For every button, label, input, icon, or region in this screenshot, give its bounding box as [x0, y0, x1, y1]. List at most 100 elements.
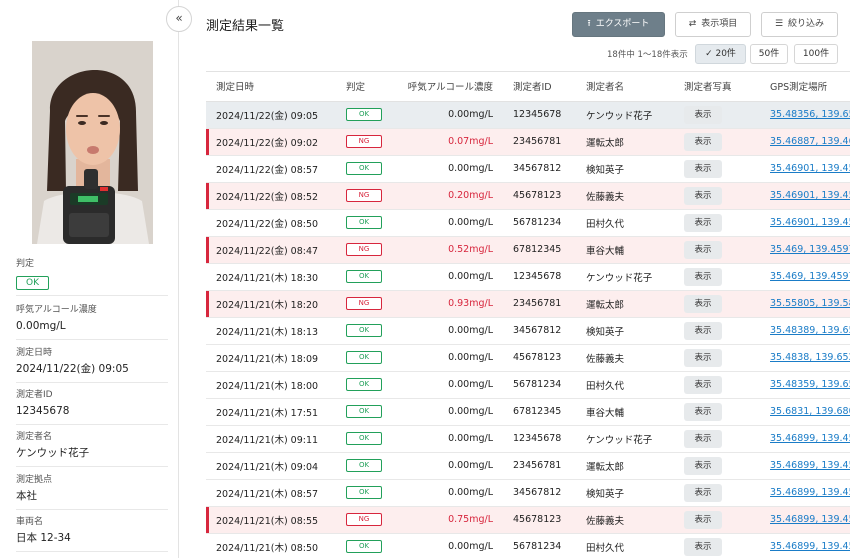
- table-row[interactable]: 2024/11/21(木) 18:13 OK 0.00mg/L 34567812 検知英…: [206, 317, 850, 345]
- gps-link[interactable]: 35.46899, 139.45: [770, 433, 850, 444]
- table-row[interactable]: 2024/11/21(木) 18:00 OK 0.00mg/L 56781234 田村久…: [206, 371, 850, 399]
- table-row[interactable]: 2024/11/21(木) 09:11 OK 0.00mg/L 12345678 ケンウ…: [206, 425, 850, 453]
- gps-link[interactable]: 35.55805, 139.58: [770, 298, 850, 309]
- column-header-measurer-name[interactable]: 測定者名: [576, 72, 674, 102]
- table-row[interactable]: 2024/11/21(木) 17:51 OK 0.00mg/L 67812345 車谷大…: [206, 398, 850, 426]
- gps-link[interactable]: 35.46901, 139.45: [770, 163, 850, 174]
- show-photo-button[interactable]: 表示: [684, 132, 722, 151]
- page-size-20-button[interactable]: ✓ 20件: [695, 44, 746, 64]
- cell-gps: 35.46899, 139.45: [760, 506, 850, 534]
- gps-link[interactable]: 35.46887, 139.46: [770, 136, 850, 147]
- column-header-photo[interactable]: 測定者写真: [674, 72, 760, 102]
- show-photo-button[interactable]: 表示: [684, 510, 722, 529]
- collapse-panel-button[interactable]: «: [166, 6, 192, 32]
- cell-concentration: 0.00mg/L: [391, 263, 503, 291]
- detail-concentration-label: 呼気アルコール濃度: [16, 305, 97, 315]
- cell-measurer-name: 車谷大輔: [576, 398, 674, 426]
- detail-vehicle-label: 車両名: [16, 517, 44, 527]
- table-row[interactable]: 2024/11/22(金) 09:02 NG 0.07mg/L 23456781 運転太…: [206, 128, 850, 156]
- gps-link[interactable]: 35.46899, 139.45: [770, 541, 850, 552]
- cell-concentration: 0.52mg/L: [391, 236, 503, 264]
- show-photo-button[interactable]: 表示: [684, 186, 722, 205]
- cell-judgment: OK: [336, 344, 391, 372]
- export-button[interactable]: ⭱ エクスポート: [572, 12, 665, 37]
- table-row[interactable]: 2024/11/21(木) 08:57 OK 0.00mg/L 34567812 検知英…: [206, 479, 850, 507]
- show-photo-button[interactable]: 表示: [684, 537, 722, 556]
- table-row[interactable]: 2024/11/22(金) 08:47 NG 0.52mg/L 67812345 車谷大…: [206, 236, 850, 264]
- show-photo-button[interactable]: 表示: [684, 402, 722, 421]
- cell-judgment: OK: [336, 317, 391, 345]
- measurer-photo: [32, 41, 153, 244]
- column-header-judgment[interactable]: 判定: [336, 72, 391, 102]
- table-row[interactable]: 2024/11/21(木) 18:20 NG 0.93mg/L 23456781 運転太…: [206, 290, 850, 318]
- table-row[interactable]: 2024/11/22(金) 08:57 OK 0.00mg/L 34567812 検知英…: [206, 155, 850, 183]
- show-photo-button[interactable]: 表示: [684, 483, 722, 502]
- cell-photo: 表示: [674, 101, 760, 129]
- cell-measurer-id: 34567812: [503, 317, 576, 345]
- table-row[interactable]: 2024/11/22(金) 09:05 OK 0.00mg/L 12345678 ケンウ…: [206, 101, 850, 129]
- table-row[interactable]: 2024/11/21(木) 08:50 OK 0.00mg/L 56781234 田村久…: [206, 533, 850, 558]
- gps-link[interactable]: 35.46899, 139.45: [770, 460, 850, 471]
- show-photo-button[interactable]: 表示: [684, 456, 722, 475]
- detail-judgment: 判定 OK: [16, 258, 168, 296]
- show-photo-button[interactable]: 表示: [684, 294, 722, 313]
- page-size-50-button[interactable]: 50件: [750, 44, 788, 64]
- column-header-measurer-id[interactable]: 測定者ID: [503, 72, 576, 102]
- column-header-gps[interactable]: GPS測定場所: [760, 72, 850, 102]
- gps-link[interactable]: 35.46899, 139.45: [770, 487, 850, 498]
- table-row[interactable]: 2024/11/21(木) 18:30 OK 0.00mg/L 12345678 ケンウ…: [206, 263, 850, 291]
- table-row[interactable]: 2024/11/21(木) 09:04 OK 0.00mg/L 23456781 運転太…: [206, 452, 850, 480]
- detail-measurer-id-value: 12345678: [16, 405, 70, 417]
- cell-measurer-name: 佐藤義夫: [576, 344, 674, 372]
- column-header-datetime[interactable]: 測定日時: [206, 72, 336, 102]
- show-photo-button[interactable]: 表示: [684, 159, 722, 178]
- cell-judgment: OK: [336, 263, 391, 291]
- show-photo-button[interactable]: 表示: [684, 240, 722, 259]
- gps-link[interactable]: 35.46901, 139.45: [770, 217, 850, 228]
- cell-photo: 表示: [674, 317, 760, 345]
- gps-link[interactable]: 35.46901, 139.45: [770, 190, 850, 201]
- judgment-badge: NG: [346, 297, 382, 310]
- display-columns-button[interactable]: ⇄ 表示項目: [675, 12, 751, 37]
- cell-gps: 35.55805, 139.58: [760, 290, 850, 318]
- table-row[interactable]: 2024/11/21(木) 08:55 NG 0.75mg/L 45678123 佐藤義…: [206, 506, 850, 534]
- gps-link[interactable]: 35.469, 139.4597: [770, 244, 850, 255]
- gps-link[interactable]: 35.469, 139.4597: [770, 271, 850, 282]
- cell-concentration: 0.00mg/L: [391, 209, 503, 237]
- cell-measurer-id: 34567812: [503, 479, 576, 507]
- gps-link[interactable]: 35.6831, 139.680: [770, 406, 850, 417]
- cell-judgment: NG: [336, 506, 391, 534]
- show-photo-button[interactable]: 表示: [684, 321, 722, 340]
- show-photo-button[interactable]: 表示: [684, 213, 722, 232]
- cell-measurer-id: 56781234: [503, 371, 576, 399]
- show-photo-button[interactable]: 表示: [684, 348, 722, 367]
- judgment-badge: OK: [346, 378, 382, 391]
- show-photo-button[interactable]: 表示: [684, 105, 722, 124]
- gps-link[interactable]: 35.4838, 139.652: [770, 352, 850, 363]
- gps-link[interactable]: 35.48389, 139.65: [770, 325, 850, 336]
- cell-concentration: 0.75mg/L: [391, 506, 503, 534]
- filter-button[interactable]: ☰ 絞り込み: [761, 12, 838, 37]
- cell-concentration: 0.00mg/L: [391, 101, 503, 129]
- detail-datetime-value: 2024/11/22(金) 09:05: [16, 363, 129, 375]
- cell-judgment: OK: [336, 425, 391, 453]
- table-row[interactable]: 2024/11/22(金) 08:50 OK 0.00mg/L 56781234 田村久…: [206, 209, 850, 237]
- page-size-100-button[interactable]: 100件: [794, 44, 838, 64]
- cell-judgment: OK: [336, 533, 391, 558]
- cell-measurer-id: 45678123: [503, 182, 576, 210]
- gps-link[interactable]: 35.48356, 139.65: [770, 109, 850, 120]
- show-photo-button[interactable]: 表示: [684, 267, 722, 286]
- show-photo-button[interactable]: 表示: [684, 375, 722, 394]
- cell-datetime: 2024/11/21(木) 18:20: [206, 290, 336, 318]
- table-row[interactable]: 2024/11/22(金) 08:52 NG 0.20mg/L 45678123 佐藤義…: [206, 182, 850, 210]
- cell-judgment: OK: [336, 209, 391, 237]
- gps-link[interactable]: 35.46899, 139.45: [770, 514, 850, 525]
- cell-gps: 35.46901, 139.45: [760, 209, 850, 237]
- column-header-concentration[interactable]: 呼気アルコール濃度: [391, 72, 503, 102]
- cell-measurer-id: 23456781: [503, 452, 576, 480]
- cell-datetime: 2024/11/21(木) 18:00: [206, 371, 336, 399]
- show-photo-button[interactable]: 表示: [684, 429, 722, 448]
- gps-link[interactable]: 35.48359, 139.65: [770, 379, 850, 390]
- table-row[interactable]: 2024/11/21(木) 18:09 OK 0.00mg/L 45678123 佐藤義…: [206, 344, 850, 372]
- judgment-badge: OK: [346, 459, 382, 472]
